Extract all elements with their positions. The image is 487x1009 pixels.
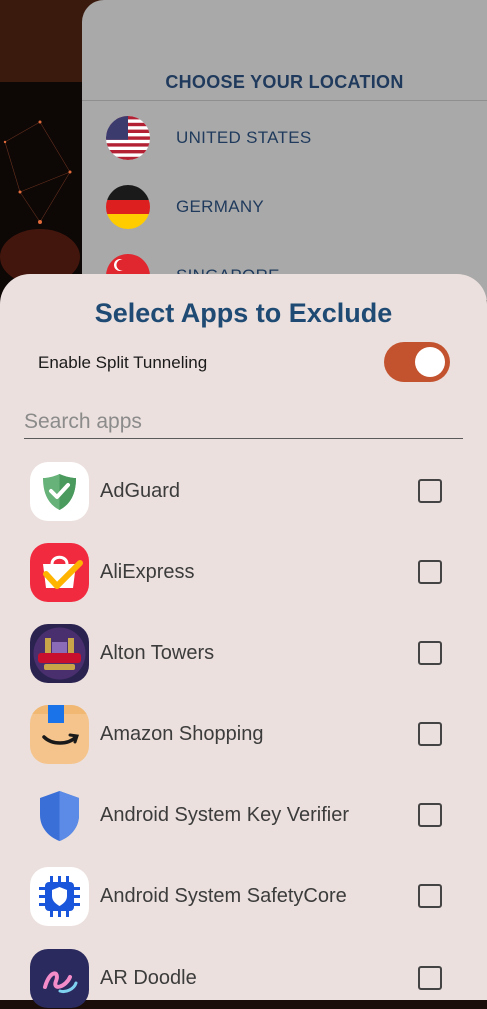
list-item-adguard[interactable]: AdGuard	[30, 460, 450, 522]
list-item-aliexpress[interactable]: AliExpress	[30, 541, 450, 603]
exclude-checkbox[interactable]	[418, 641, 442, 665]
exclude-checkbox[interactable]	[418, 722, 442, 746]
location-panel: CHOOSE YOUR LOCATION UNITED STATES GERMA…	[82, 0, 487, 300]
list-item-alton-towers[interactable]: Alton Towers	[30, 622, 450, 684]
location-item-united-states[interactable]: UNITED STATES	[106, 113, 312, 163]
app-name: Alton Towers	[100, 641, 215, 664]
exclude-checkbox[interactable]	[418, 966, 442, 990]
list-item-android-system-safetycore[interactable]: Android System SafetyCore	[30, 865, 450, 927]
alton-towers-icon	[30, 623, 89, 683]
app-name: Android System SafetyCore	[100, 884, 347, 907]
toggle-knob	[415, 347, 445, 377]
us-flag-icon	[106, 116, 150, 160]
safetycore-icon	[30, 866, 89, 926]
app-name: Amazon Shopping	[100, 722, 264, 745]
split-tunneling-label: Enable Split Tunneling	[38, 353, 208, 372]
search-apps-input[interactable]	[24, 406, 463, 439]
exclude-checkbox[interactable]	[418, 884, 442, 908]
location-item-germany[interactable]: GERMANY	[106, 182, 264, 232]
list-item-amazon-shopping[interactable]: Amazon Shopping	[30, 703, 450, 765]
app-name: AR Doodle	[100, 966, 197, 989]
exclude-checkbox[interactable]	[418, 560, 442, 584]
location-name: UNITED STATES	[176, 128, 312, 147]
key-verifier-icon	[30, 785, 89, 845]
ar-doodle-icon	[30, 948, 89, 1008]
app-name: AliExpress	[100, 560, 195, 583]
split-tunneling-toggle[interactable]	[384, 342, 450, 382]
divider	[82, 100, 487, 101]
amazon-shopping-icon	[30, 704, 89, 764]
exclude-checkbox[interactable]	[418, 479, 442, 503]
germany-flag-icon	[106, 185, 150, 229]
network-art-icon	[0, 120, 80, 282]
location-title: CHOOSE YOUR LOCATION	[165, 72, 404, 92]
location-name: GERMANY	[176, 197, 265, 216]
app-name: Android System Key Verifier	[100, 803, 349, 826]
exclude-checkbox[interactable]	[418, 803, 442, 827]
sheet-title: Select Apps to Exclude	[94, 298, 393, 328]
list-item-android-system-key-verifier[interactable]: Android System Key Verifier	[30, 784, 450, 846]
app-name: AdGuard	[100, 479, 181, 502]
aliexpress-icon	[30, 542, 89, 602]
exclude-apps-sheet: Select Apps to Exclude Enable Split Tunn…	[0, 274, 487, 1008]
adguard-icon	[30, 461, 89, 521]
